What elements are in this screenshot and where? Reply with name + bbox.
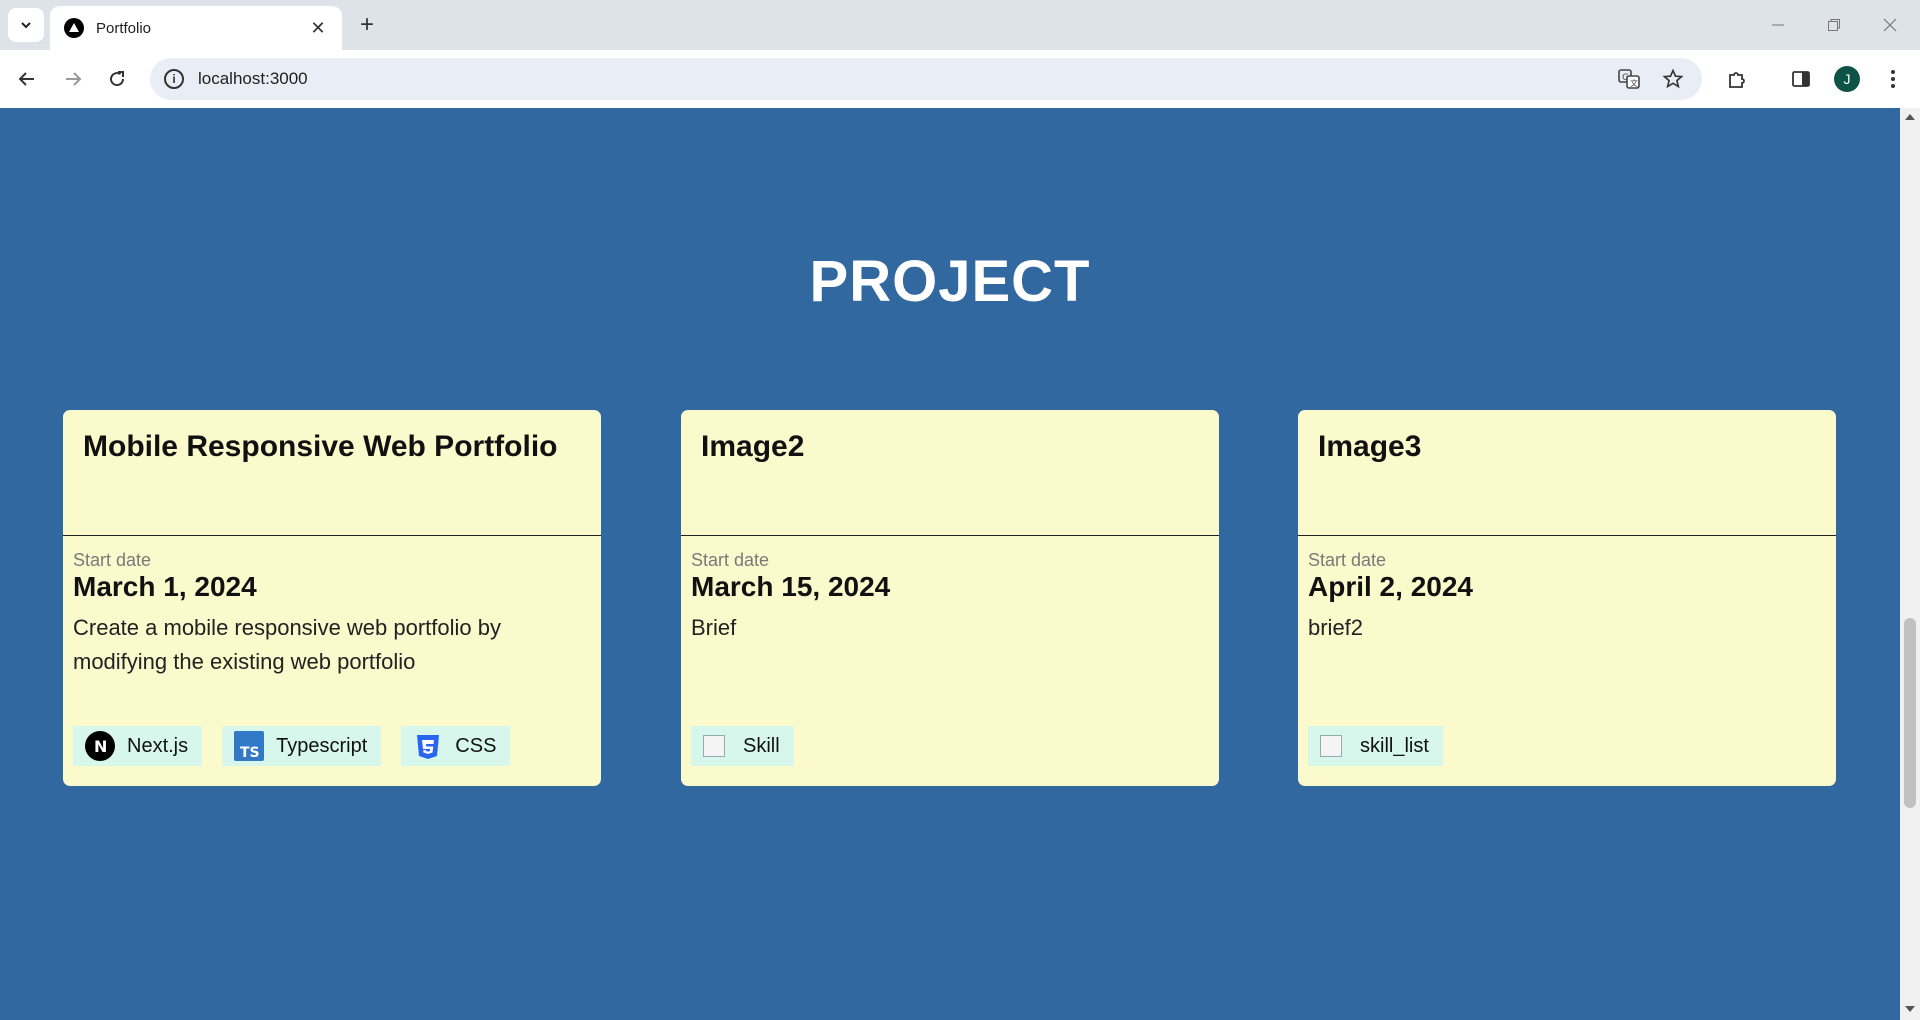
start-date-label: Start date [73, 550, 152, 570]
skill-label: Next.js [127, 734, 189, 757]
skill-label: skill_list [1360, 734, 1429, 757]
project-brief: brief2 [1308, 615, 1364, 640]
translate-icon: G文 [1618, 69, 1640, 89]
broken-image-icon [703, 731, 729, 761]
start-date: April 2, 2024 [1308, 571, 1473, 602]
card-header: Image3 [1298, 410, 1836, 536]
address-bar[interactable]: i localhost:3000 G文 [150, 58, 1702, 100]
minimize-button[interactable] [1750, 0, 1806, 50]
forward-button[interactable] [56, 62, 90, 96]
project-title: Mobile Responsive Web Portfolio [83, 430, 558, 463]
project-card[interactable]: Image2 Start date March 15, 2024 Brief S… [681, 410, 1219, 786]
css-icon [413, 731, 443, 761]
profile-button[interactable]: J [1830, 62, 1864, 96]
start-date-label: Start date [691, 550, 770, 570]
url-text: localhost:3000 [198, 69, 308, 88]
skill-list: N Next.js TS Typescript CSS [73, 726, 511, 766]
svg-text:TS: TS [240, 745, 260, 761]
skill-label: Skill [743, 734, 780, 757]
scroll-down-icon[interactable] [1905, 1006, 1915, 1012]
star-icon [1663, 69, 1683, 89]
tab-search-button[interactable] [8, 8, 44, 42]
arrow-left-icon [18, 72, 34, 86]
side-panel-icon [1792, 71, 1810, 87]
back-button[interactable] [10, 62, 44, 96]
menu-button[interactable] [1876, 62, 1910, 96]
close-window-button[interactable] [1862, 0, 1918, 50]
restore-button[interactable] [1806, 0, 1862, 50]
page-scrollbar[interactable] [1900, 108, 1920, 1020]
tab-strip: Portfolio ✕ + [0, 0, 1920, 50]
skill-list: Skill [691, 726, 794, 766]
triangle-logo-icon [64, 18, 84, 38]
project-title: Image2 [701, 430, 805, 463]
card-body: Start date March 1, 2024 Create a mobile… [63, 536, 601, 786]
card-body: Start date April 2, 2024 brief2 skill_li… [1298, 536, 1836, 786]
scrollbar-thumb[interactable] [1904, 618, 1916, 808]
reload-button[interactable] [100, 62, 134, 96]
puzzle-icon [1729, 72, 1745, 88]
card-body: Start date March 15, 2024 Brief Skill [681, 536, 1219, 786]
project-brief: Brief [691, 615, 737, 640]
start-date-label: Start date [1308, 550, 1387, 570]
site-info-icon[interactable]: i [164, 69, 184, 89]
skill-chip: N Next.js [73, 726, 203, 766]
skill-chip: Skill [691, 726, 794, 766]
svg-text:N: N [94, 737, 107, 756]
project-card[interactable]: Image3 Start date April 2, 2024 brief2 s… [1298, 410, 1836, 786]
project-brief: Create a mobile responsive web portfolio… [73, 615, 502, 674]
browser-toolbar: i localhost:3000 G文 J [0, 50, 1920, 108]
restore-icon [1828, 19, 1840, 31]
kebab-menu-icon [1891, 70, 1895, 88]
new-tab-button[interactable]: + [352, 10, 382, 40]
skill-list: skill_list [1308, 726, 1443, 766]
broken-image-icon [1320, 731, 1346, 761]
reload-icon [110, 71, 125, 87]
tab-title: Portfolio [96, 19, 152, 37]
skill-label: CSS [455, 734, 497, 757]
extensions-button[interactable] [1720, 62, 1754, 96]
close-icon [1883, 18, 1897, 32]
nextjs-icon: N [85, 731, 115, 761]
avatar: J [1834, 66, 1860, 92]
skill-chip: skill_list [1308, 726, 1443, 766]
arrow-right-icon [66, 72, 82, 86]
chevron-down-icon [21, 22, 31, 29]
bookmark-button[interactable] [1656, 58, 1690, 100]
skill-chip: TS Typescript [222, 726, 382, 766]
side-panel-button[interactable] [1784, 62, 1818, 96]
project-title: Image3 [1318, 430, 1422, 463]
typescript-icon: TS [234, 731, 265, 761]
project-card[interactable]: Mobile Responsive Web Portfolio Start da… [63, 410, 601, 786]
translate-button[interactable]: G文 [1612, 58, 1646, 100]
page-viewport: PROJECT Mobile Responsive Web Portfolio … [0, 108, 1900, 1020]
start-date: March 1, 2024 [73, 571, 257, 602]
start-date: March 15, 2024 [691, 571, 891, 602]
section-title: PROJECT [809, 249, 1091, 314]
svg-text:文: 文 [1630, 78, 1638, 88]
browser-tab[interactable]: Portfolio ✕ [50, 6, 342, 50]
minimize-icon [1772, 24, 1784, 26]
skill-label: Typescript [276, 734, 368, 757]
scroll-up-icon[interactable] [1905, 114, 1915, 120]
close-tab-icon[interactable]: ✕ [308, 18, 328, 39]
card-header: Mobile Responsive Web Portfolio [63, 410, 601, 536]
skill-chip: CSS [401, 726, 511, 766]
card-header: Image2 [681, 410, 1219, 536]
